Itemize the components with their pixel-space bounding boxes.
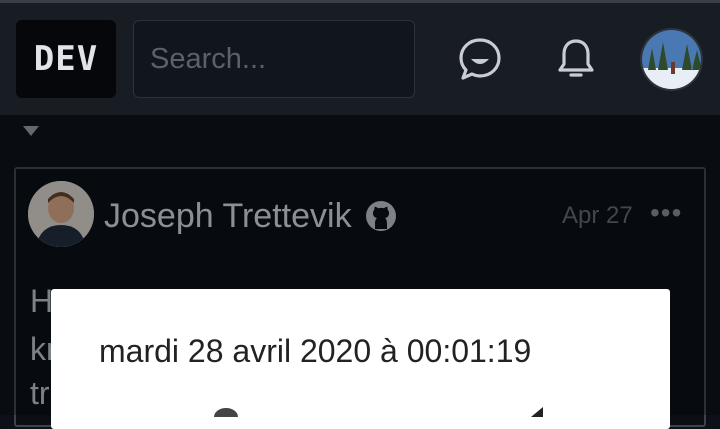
partial-control-icon — [214, 408, 238, 417]
notifications-button[interactable] — [548, 31, 604, 87]
dev-logo[interactable]: DEV — [16, 20, 116, 98]
chat-button[interactable] — [452, 31, 508, 87]
dialog-title: mardi 28 avril 2020 à 00:01:19 — [99, 333, 532, 369]
chat-icon — [459, 38, 501, 80]
user-avatar[interactable] — [640, 28, 703, 91]
date-time-dialog: mardi 28 avril 2020 à 00:01:19 — [51, 289, 670, 429]
search-input[interactable] — [133, 20, 415, 98]
top-header: DEV — [0, 3, 720, 115]
bell-icon — [558, 39, 594, 77]
partial-control-icon — [531, 407, 543, 417]
logo-text: DEV — [33, 39, 99, 79]
